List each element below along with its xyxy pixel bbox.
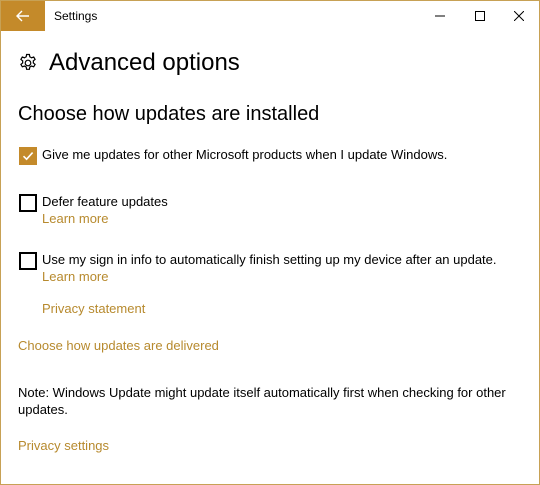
sign-in-info-checkbox[interactable] bbox=[19, 252, 37, 270]
sign-in-info-label: Use my sign in info to automatically fin… bbox=[42, 252, 497, 267]
window-title: Settings bbox=[54, 9, 98, 23]
checkmark-icon bbox=[22, 152, 34, 161]
back-arrow-icon bbox=[16, 10, 29, 22]
microsoft-updates-label: Give me updates for other Microsoft prod… bbox=[42, 147, 448, 162]
privacy-statement-link[interactable]: Privacy statement bbox=[42, 301, 145, 316]
back-button[interactable] bbox=[1, 1, 45, 31]
defer-feature-updates-label: Defer feature updates bbox=[42, 194, 168, 209]
title-bar: Settings bbox=[1, 1, 539, 31]
close-button[interactable] bbox=[501, 1, 537, 31]
learn-more-sign-in-link[interactable]: Learn more bbox=[42, 269, 108, 284]
section-heading: Choose how updates are installed bbox=[18, 103, 320, 125]
learn-more-defer-link[interactable]: Learn more bbox=[42, 211, 108, 226]
minimize-icon bbox=[435, 15, 445, 17]
privacy-settings-link[interactable]: Privacy settings bbox=[18, 438, 109, 453]
minimize-button[interactable] bbox=[422, 1, 458, 31]
close-icon bbox=[514, 11, 524, 21]
maximize-button[interactable] bbox=[462, 1, 498, 31]
defer-feature-updates-checkbox[interactable] bbox=[19, 194, 37, 212]
microsoft-updates-checkbox[interactable] bbox=[19, 147, 37, 165]
gear-icon bbox=[20, 53, 36, 70]
settings-window: Settings Advanced options Choose how upd… bbox=[0, 0, 540, 485]
update-note: Note: Windows Update might update itself… bbox=[18, 385, 506, 417]
maximize-icon bbox=[475, 11, 485, 21]
delivery-options-link[interactable]: Choose how updates are delivered bbox=[18, 338, 219, 353]
page-title: Advanced options bbox=[49, 49, 240, 76]
